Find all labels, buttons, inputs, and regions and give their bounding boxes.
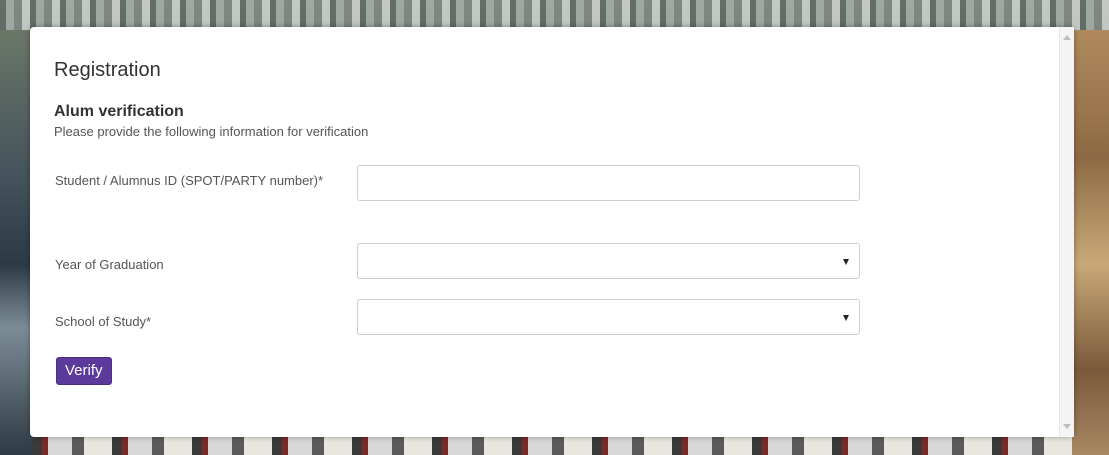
- registration-modal: Registration Alum verification Please pr…: [30, 27, 1074, 437]
- background-right-building: [1069, 30, 1109, 455]
- section-title: Alum verification: [54, 103, 184, 120]
- graduation-year-select[interactable]: [357, 243, 860, 279]
- modal-title: Registration: [54, 59, 161, 81]
- scroll-up-icon[interactable]: [1063, 35, 1071, 40]
- school-of-study-select[interactable]: [357, 299, 860, 335]
- background-bottom-building: [32, 435, 1072, 455]
- school-of-study-label: School of Study*: [55, 314, 152, 329]
- background-left-building: [0, 30, 32, 455]
- modal-scrollbar[interactable]: [1059, 27, 1074, 437]
- dropdown-arrow-icon: [843, 259, 849, 265]
- verify-button[interactable]: Verify: [56, 357, 112, 385]
- section-description: Please provide the following information…: [54, 124, 369, 139]
- background-foliage: [0, 0, 1109, 30]
- scroll-down-icon[interactable]: [1063, 424, 1071, 429]
- student-id-label: Student / Alumnus ID (SPOT/PARTY number)…: [55, 173, 324, 188]
- student-id-input[interactable]: [357, 165, 860, 201]
- dropdown-arrow-icon: [843, 315, 849, 321]
- graduation-year-label: Year of Graduation: [55, 257, 164, 272]
